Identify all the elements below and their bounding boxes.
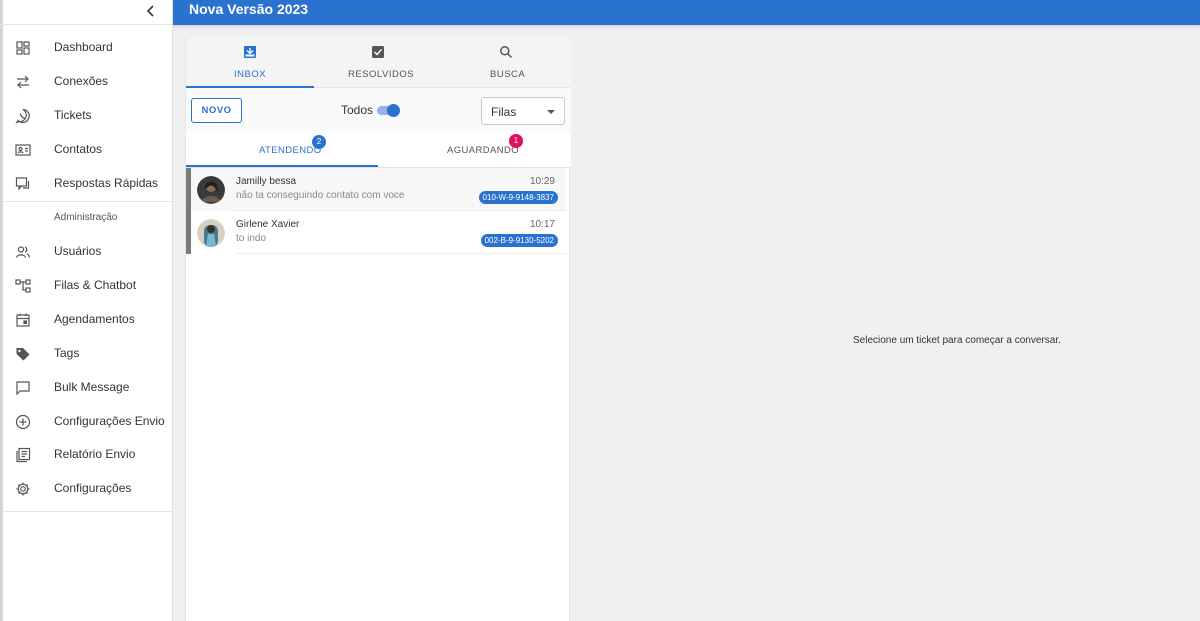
sidebar-item-filas-chatbot[interactable]: Filas & Chatbot xyxy=(4,269,172,303)
tab-label: INBOX xyxy=(234,69,267,80)
sidebar-divider xyxy=(4,511,173,512)
header-shadow xyxy=(173,25,1200,29)
avatar xyxy=(197,219,225,247)
report-icon xyxy=(16,447,31,463)
sidebar-item-relatorio-envio[interactable]: Relatório Envio xyxy=(4,438,172,472)
toggle-knob xyxy=(387,104,400,117)
sidebar-section-label: Administração xyxy=(54,212,118,223)
sidebar-item-respostas-rapidas[interactable]: Respostas Rápidas xyxy=(4,167,172,201)
sidebar-item-label: Configurações xyxy=(54,481,132,495)
tab-resolvidos[interactable]: RESOLVIDOS xyxy=(314,38,442,88)
last-message: não ta conseguindo contato com voce xyxy=(236,190,405,201)
sidebar-item-label: Tags xyxy=(54,346,80,360)
show-all-label: Todos xyxy=(341,103,374,117)
inbox-icon xyxy=(244,46,256,58)
sidebar-item-label: Agendamentos xyxy=(54,312,135,326)
check-box-icon xyxy=(372,46,384,58)
sidebar-item-label: Filas & Chatbot xyxy=(54,278,137,292)
subtab-label: ATENDENDO xyxy=(259,145,322,156)
sidebar-item-tags[interactable]: Tags xyxy=(4,337,172,371)
dashboard-icon xyxy=(16,41,30,55)
sidebar-item-configuracoes-envio[interactable]: Configurações Envio xyxy=(4,405,172,439)
ticket-list-item[interactable]: Jamilly bessa não ta conseguindo contato… xyxy=(186,168,566,211)
sidebar-item-label: Bulk Message xyxy=(54,380,130,394)
new-ticket-button[interactable]: NOVO xyxy=(191,98,242,123)
search-icon xyxy=(500,46,513,59)
active-subtab-indicator xyxy=(186,165,378,167)
sidebar-item-label: Contatos xyxy=(54,142,103,156)
ticket-status-bar xyxy=(186,211,191,254)
show-all-toggle[interactable] xyxy=(377,104,400,117)
gear-icon xyxy=(16,482,30,496)
empty-conversation-message: Selecione um ticket para começar a conve… xyxy=(853,335,1061,346)
tag-icon xyxy=(16,348,30,361)
tab-inbox[interactable]: INBOX xyxy=(186,38,314,88)
sidebar-item-label: Respostas Rápidas xyxy=(54,176,159,190)
tab-atendendo[interactable]: ATENDENDO 2 xyxy=(186,132,378,168)
queue-select[interactable]: Filas xyxy=(481,97,565,125)
ticket-status-bar xyxy=(186,168,191,211)
chevron-left-icon[interactable] xyxy=(144,4,158,18)
dropdown-arrow-icon xyxy=(547,110,555,114)
sidebar-item-contatos[interactable]: Contatos xyxy=(4,133,172,167)
sidebar-edge xyxy=(0,0,3,621)
open-count-badge: 2 xyxy=(312,135,326,149)
sidebar-item-label: Tickets xyxy=(54,108,92,122)
contact-name: Jamilly bessa xyxy=(236,176,297,187)
avatar xyxy=(197,176,225,204)
sidebar-divider xyxy=(4,201,173,202)
sidebar-item-agendamentos[interactable]: Agendamentos xyxy=(4,303,172,337)
people-icon xyxy=(15,246,31,258)
quick-reply-icon xyxy=(15,177,30,191)
tab-aguardando[interactable]: AGUARDANDO 1 xyxy=(378,132,570,168)
app-header: Nova Versão 2023 xyxy=(173,0,1200,25)
message-icon xyxy=(16,381,30,396)
pending-count-badge: 1 xyxy=(509,134,523,148)
whatsapp-icon xyxy=(15,108,30,124)
ticket-status-tabs: ATENDENDO 2 AGUARDANDO 1 xyxy=(186,132,571,168)
tickets-controls: NOVO Todos Filas xyxy=(186,88,571,132)
tickets-tabs: INBOX RESOLVIDOS BUSCA xyxy=(186,38,571,88)
sidebar-item-dashboard[interactable]: Dashboard xyxy=(4,31,172,65)
list-divider xyxy=(236,253,566,254)
add-circle-icon xyxy=(15,414,31,430)
swap-icon xyxy=(17,75,29,89)
tab-label: BUSCA xyxy=(490,69,526,80)
sidebar-item-label: Relatório Envio xyxy=(54,447,136,461)
ticket-list-item[interactable]: Girlene Xavier to indo 10:17 002-B-9-913… xyxy=(186,211,566,254)
flow-icon xyxy=(15,279,31,293)
tickets-panel: INBOX RESOLVIDOS BUSCA NOVO Todos Filas … xyxy=(185,38,571,621)
queue-select-value: Filas xyxy=(491,105,517,119)
contact-name: Girlene Xavier xyxy=(236,219,300,230)
subtab-label: AGUARDANDO xyxy=(447,145,520,156)
sidebar-item-label: Dashboard xyxy=(54,40,113,54)
calendar-icon xyxy=(16,313,30,327)
contact-card-icon xyxy=(15,144,31,156)
sidebar-item-label: Conexões xyxy=(54,74,109,88)
message-time: 10:17 xyxy=(529,219,555,230)
app-title: Nova Versão 2023 xyxy=(189,1,309,17)
tab-busca[interactable]: BUSCA xyxy=(442,38,571,88)
sidebar-item-label: Configurações Envio xyxy=(54,414,165,428)
tab-label: RESOLVIDOS xyxy=(348,69,415,80)
sidebar-collapse-row xyxy=(0,0,172,25)
connection-tag: 010-W-9-9148-3837 xyxy=(478,191,558,204)
sidebar: Dashboard Conexões Tickets Contatos Resp… xyxy=(0,0,173,621)
sidebar-item-bulk-message[interactable]: Bulk Message xyxy=(4,371,172,405)
connection-tag: 002-B-9-9130-5202 xyxy=(480,234,558,247)
sidebar-item-label: Usuários xyxy=(54,244,102,258)
message-time: 10:29 xyxy=(529,176,555,187)
sidebar-item-configuracoes[interactable]: Configurações xyxy=(4,472,172,506)
sidebar-item-usuarios[interactable]: Usuários xyxy=(4,235,172,269)
sidebar-item-conexoes[interactable]: Conexões xyxy=(4,65,172,99)
sidebar-item-tickets[interactable]: Tickets xyxy=(4,99,172,133)
last-message: to indo xyxy=(236,233,267,244)
